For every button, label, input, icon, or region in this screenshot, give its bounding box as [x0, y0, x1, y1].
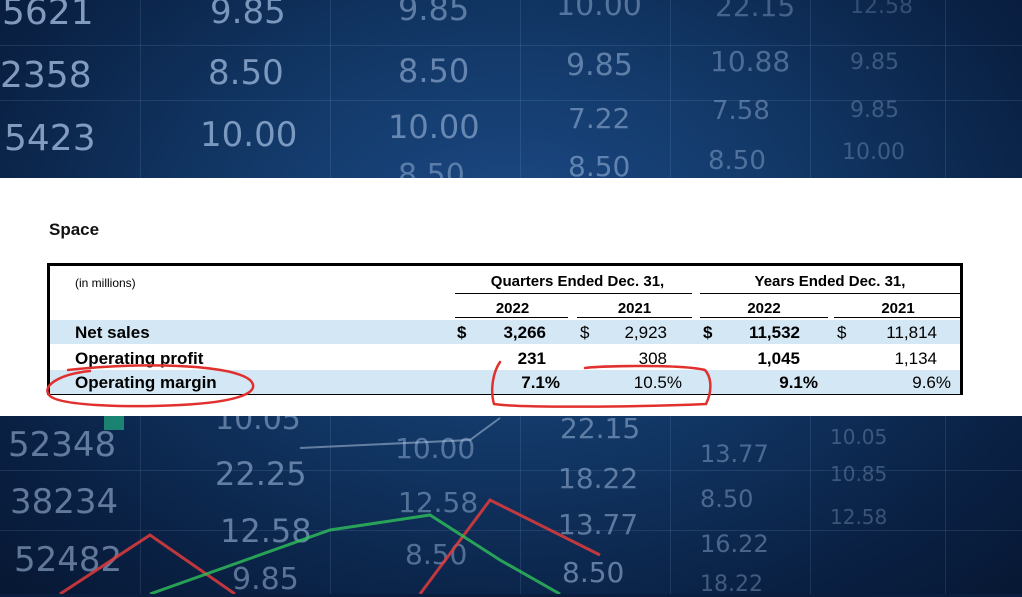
- year-rule: [700, 317, 828, 318]
- value-cell: 308: [638, 349, 667, 368]
- white-trend-line: [299, 417, 501, 449]
- value-cell: 11,814: [886, 323, 937, 342]
- value-cell: 1,134: [894, 349, 937, 368]
- year-rule: [455, 317, 568, 318]
- header-rule: [455, 293, 692, 294]
- year-col-q2022: 2022: [495, 300, 530, 317]
- green-marker: [104, 416, 124, 430]
- row-label: Net sales: [75, 323, 150, 342]
- value-cell: 1,045: [757, 349, 800, 368]
- value-cell: 2,923: [624, 323, 667, 342]
- currency-symbol: $: [837, 323, 847, 342]
- header-rule: [700, 293, 962, 294]
- value-cell: 9.6%: [912, 373, 951, 392]
- table-row-operating-margin: Operating margin 7.1% 10.5% 9.1% 9.6%: [50, 370, 960, 394]
- table-row-net-sales: Net sales $ 3,266 $ 2,923 $ 11,532 $ 11,…: [50, 320, 960, 344]
- financial-table: (in millions) Quarters Ended Dec. 31, Ye…: [47, 263, 963, 395]
- red-trend-line: [418, 498, 601, 594]
- units-label: (in millions): [75, 276, 136, 290]
- year-rule: [834, 317, 962, 318]
- currency-symbol: $: [457, 323, 467, 342]
- year-rule: [577, 317, 692, 318]
- financial-panel: Space (in millions) Quarters Ended Dec. …: [0, 178, 1022, 416]
- value-cell: 10.5%: [633, 373, 682, 392]
- year-col-y2022: 2022: [747, 300, 781, 317]
- year-col-y2021: 2021: [881, 300, 915, 317]
- row-label: Operating profit: [75, 349, 204, 368]
- value-cell: 231: [517, 349, 546, 368]
- years-header: Years Ended Dec. 31,: [754, 273, 906, 290]
- quarters-header: Quarters Ended Dec. 31,: [490, 273, 665, 290]
- table-row-operating-profit: Operating profit 231 308 1,045 1,134: [50, 346, 960, 370]
- value-cell: 3,266: [503, 323, 546, 342]
- value-cell: 9.1%: [779, 373, 818, 392]
- currency-symbol: $: [580, 323, 590, 342]
- value-cell: 7.1%: [521, 373, 560, 392]
- value-cell: 11,532: [748, 323, 800, 342]
- green-trend-line: [149, 513, 561, 594]
- red-trend-line: [59, 533, 236, 594]
- row-label: Operating margin: [75, 373, 217, 392]
- currency-symbol: $: [703, 323, 713, 342]
- year-col-q2021: 2021: [617, 300, 652, 317]
- section-title: Space: [49, 220, 100, 239]
